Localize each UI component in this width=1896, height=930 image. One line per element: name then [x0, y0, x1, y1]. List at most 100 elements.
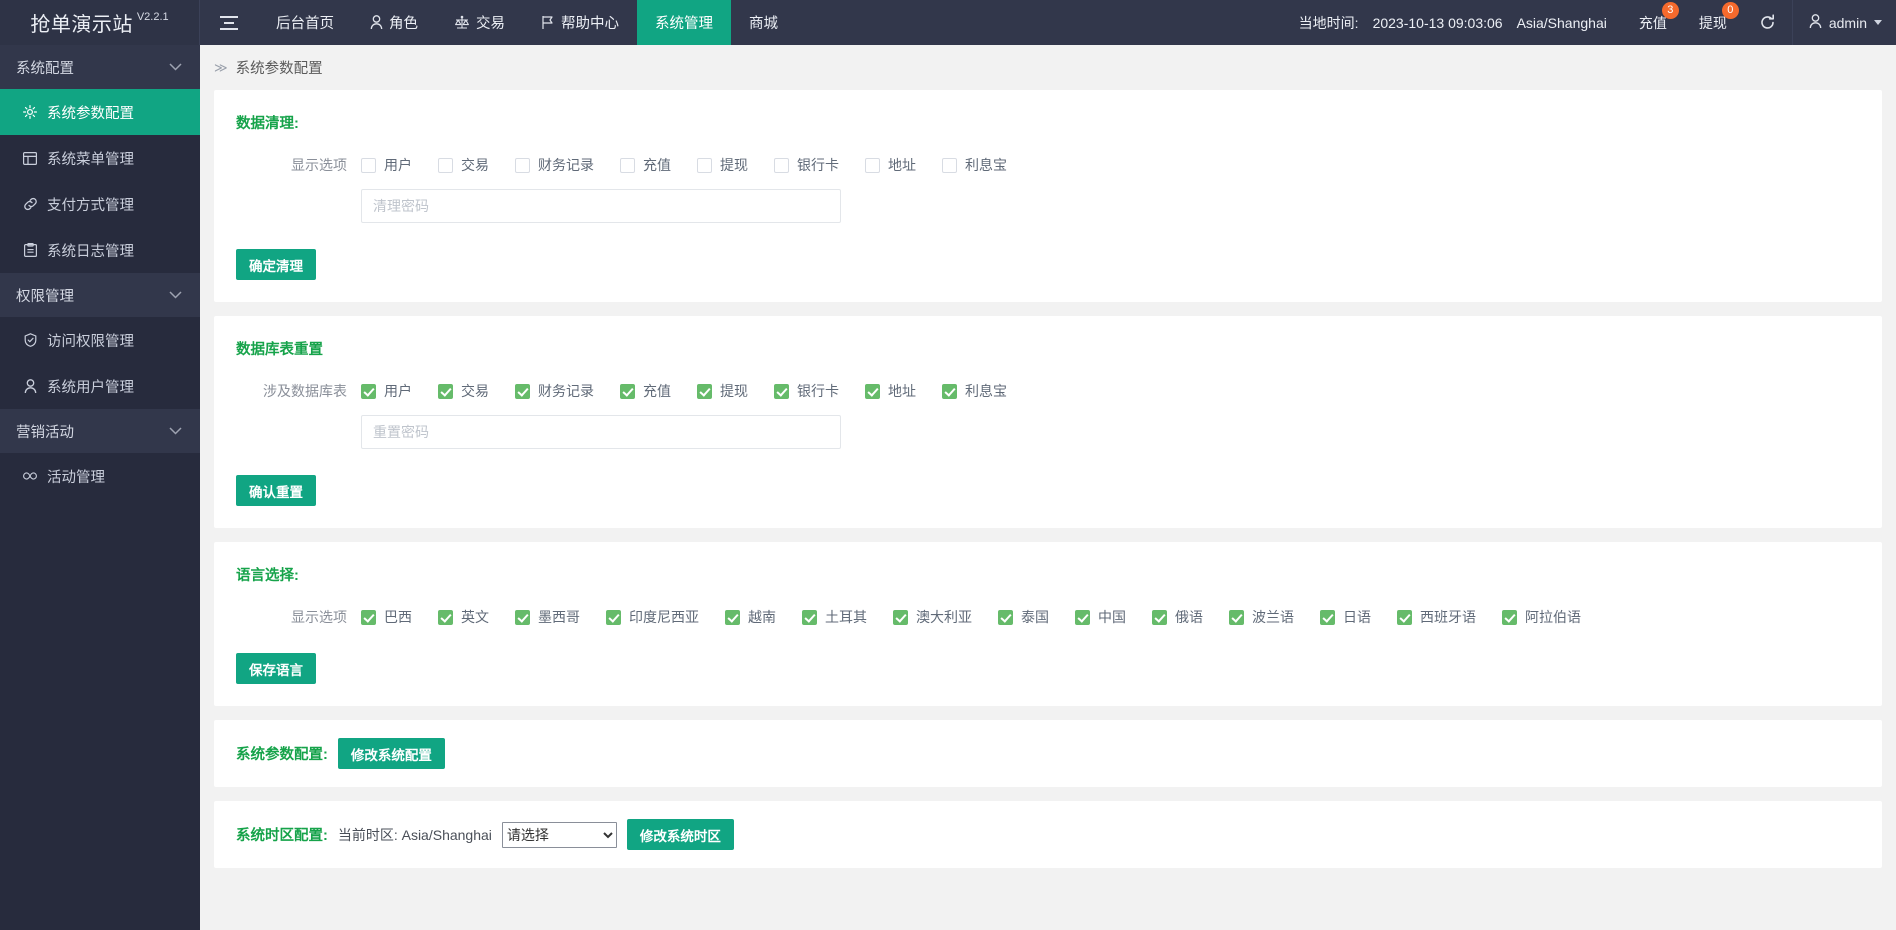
nav-item-help-center[interactable]: 帮助中心	[523, 0, 637, 45]
checkbox-box[interactable]	[1397, 610, 1412, 625]
scale-icon	[454, 15, 470, 30]
checkbox-option[interactable]: 印度尼西亚	[606, 607, 699, 627]
nav-item-system-management[interactable]: 系统管理	[637, 0, 731, 45]
checkbox-option[interactable]: 利息宝	[942, 155, 1007, 175]
checkbox-option[interactable]: 阿拉伯语	[1502, 607, 1581, 627]
checkbox-box[interactable]	[515, 610, 530, 625]
sidebar-item-system-logs[interactable]: 系统日志管理	[0, 227, 200, 273]
checkbox-option[interactable]: 交易	[438, 381, 489, 401]
checkbox-box[interactable]	[774, 158, 789, 173]
checkbox-box[interactable]	[1320, 610, 1335, 625]
checkbox-option[interactable]: 越南	[725, 607, 776, 627]
checkbox-box[interactable]	[865, 384, 880, 399]
nav-label: 商城	[749, 12, 778, 33]
checkbox-option[interactable]: 银行卡	[774, 155, 839, 175]
checkbox-box[interactable]	[802, 610, 817, 625]
clock-label: 当地时间:	[1299, 13, 1359, 33]
checkbox-box[interactable]	[515, 158, 530, 173]
checkbox-label: 充值	[643, 381, 671, 401]
checkbox-option[interactable]: 泰国	[998, 607, 1049, 627]
checkbox-box[interactable]	[998, 610, 1013, 625]
checkbox-box[interactable]	[942, 158, 957, 173]
checkbox-option[interactable]: 土耳其	[802, 607, 867, 627]
nav-item-dashboard[interactable]: 后台首页	[258, 0, 352, 45]
hamburger-icon[interactable]	[200, 0, 258, 45]
sidebar-item-system-menu[interactable]: 系统菜单管理	[0, 135, 200, 181]
checkbox-option[interactable]: 巴西	[361, 607, 412, 627]
checkbox-box[interactable]	[1229, 610, 1244, 625]
sidebar-item-system-params[interactable]: 系统参数配置	[0, 89, 200, 135]
checkbox-box[interactable]	[942, 384, 957, 399]
top-bar: 抢单演示站 V2.2.1 后台首页 角色	[0, 0, 1896, 45]
reset-password-input[interactable]	[361, 415, 841, 449]
checkbox-label: 财务记录	[538, 381, 594, 401]
checkbox-option[interactable]: 波兰语	[1229, 607, 1294, 627]
checkbox-label: 利息宝	[965, 155, 1007, 175]
sidebar-item-system-users[interactable]: 系统用户管理	[0, 363, 200, 409]
nav-label: 交易	[476, 12, 505, 33]
sidebar-group-system-config[interactable]: 系统配置	[0, 45, 200, 89]
checkbox-box[interactable]	[606, 610, 621, 625]
checkbox-box[interactable]	[361, 158, 376, 173]
checkbox-option[interactable]: 利息宝	[942, 381, 1007, 401]
cleanup-password-input[interactable]	[361, 189, 841, 223]
checkbox-option[interactable]: 充值	[620, 381, 671, 401]
checkbox-box[interactable]	[893, 610, 908, 625]
modify-timezone-button[interactable]: 修改系统时区	[627, 819, 734, 850]
sidebar-group-permissions[interactable]: 权限管理	[0, 273, 200, 317]
checkbox-box[interactable]	[620, 158, 635, 173]
checkbox-box[interactable]	[1152, 610, 1167, 625]
save-language-button[interactable]: 保存语言	[236, 653, 316, 684]
checkbox-option[interactable]: 西班牙语	[1397, 607, 1476, 627]
checkbox-box[interactable]	[1075, 610, 1090, 625]
nav-item-shop[interactable]: 商城	[731, 0, 796, 45]
checkbox-option[interactable]: 充值	[620, 155, 671, 175]
checkbox-option[interactable]: 银行卡	[774, 381, 839, 401]
sidebar-item-access-permissions[interactable]: 访问权限管理	[0, 317, 200, 363]
card-language-selection: 语言选择: 显示选项 巴西 英文 墨西哥 印度尼西亚 越南 土耳其 澳大利亚 泰…	[214, 542, 1882, 706]
checkbox-box[interactable]	[438, 384, 453, 399]
confirm-reset-button[interactable]: 确认重置	[236, 475, 316, 506]
checkbox-option[interactable]: 日语	[1320, 607, 1371, 627]
checkbox-option[interactable]: 用户	[361, 155, 412, 175]
checkbox-option[interactable]: 英文	[438, 607, 489, 627]
checkbox-box[interactable]	[774, 384, 789, 399]
checkbox-option[interactable]: 地址	[865, 381, 916, 401]
checkbox-option[interactable]: 提现	[697, 155, 748, 175]
user-menu[interactable]: admin	[1792, 0, 1896, 45]
checkbox-option[interactable]: 提现	[697, 381, 748, 401]
checkbox-option[interactable]: 俄语	[1152, 607, 1203, 627]
checkbox-box[interactable]	[697, 384, 712, 399]
checkbox-option[interactable]: 财务记录	[515, 155, 594, 175]
refresh-icon[interactable]	[1743, 0, 1792, 45]
checkbox-box[interactable]	[438, 610, 453, 625]
timezone-select[interactable]: 请选择	[502, 822, 617, 848]
checkbox-box[interactable]	[620, 384, 635, 399]
brand-logo[interactable]: 抢单演示站 V2.2.1	[0, 0, 200, 45]
checkbox-box[interactable]	[697, 158, 712, 173]
sidebar-item-payment-methods[interactable]: 支付方式管理	[0, 181, 200, 227]
checkbox-box[interactable]	[361, 610, 376, 625]
checkbox-box[interactable]	[865, 158, 880, 173]
checkbox-option[interactable]: 交易	[438, 155, 489, 175]
confirm-cleanup-button[interactable]: 确定清理	[236, 249, 316, 280]
checkbox-option[interactable]: 中国	[1075, 607, 1126, 627]
withdraw-link[interactable]: 提现 0	[1683, 0, 1743, 45]
checkbox-option[interactable]: 澳大利亚	[893, 607, 972, 627]
checkbox-option[interactable]: 地址	[865, 155, 916, 175]
checkbox-box[interactable]	[361, 384, 376, 399]
modify-system-config-button[interactable]: 修改系统配置	[338, 738, 445, 769]
checkbox-box[interactable]	[725, 610, 740, 625]
recharge-link[interactable]: 充值 3	[1623, 0, 1683, 45]
sidebar-group-marketing[interactable]: 营销活动	[0, 409, 200, 453]
checkbox-option[interactable]: 用户	[361, 381, 412, 401]
checkbox-box[interactable]	[515, 384, 530, 399]
nav-item-trade[interactable]: 交易	[436, 0, 523, 45]
nav-item-role[interactable]: 角色	[352, 0, 436, 45]
sidebar-item-activity-management[interactable]: 活动管理	[0, 453, 200, 499]
checkbox-box[interactable]	[438, 158, 453, 173]
checkbox-box[interactable]	[1502, 610, 1517, 625]
checkbox-option[interactable]: 墨西哥	[515, 607, 580, 627]
checkbox-label: 交易	[461, 155, 489, 175]
checkbox-option[interactable]: 财务记录	[515, 381, 594, 401]
